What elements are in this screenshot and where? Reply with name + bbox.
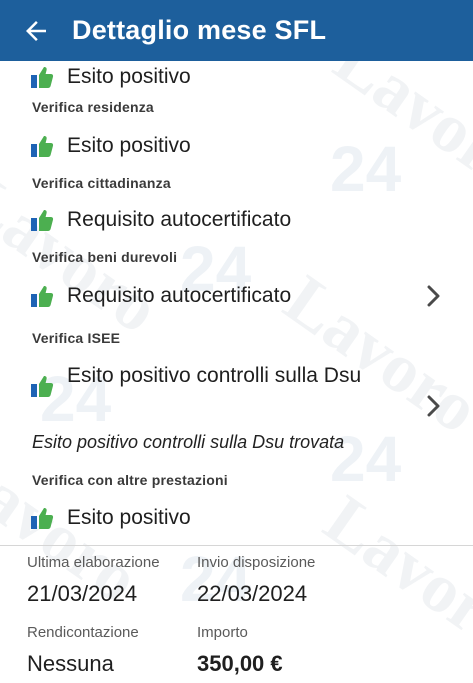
check-label-beni-durevoli: Verifica beni durevoli (32, 249, 178, 265)
page-title: Dettaglio mese SFL (72, 15, 327, 45)
ultima-elaborazione-label: Ultima elaborazione (27, 554, 160, 571)
back-button[interactable] (0, 0, 72, 61)
chevron-right-icon[interactable] (426, 395, 442, 417)
detail-content: Esito positivo Verifica residenza Esito … (0, 61, 473, 683)
divider (0, 545, 473, 546)
check-label-altre-prestazioni: Verifica con altre prestazioni (32, 472, 228, 488)
check-label-isee: Verifica ISEE (32, 330, 121, 346)
check-row-cittadinanza: Requisito autocertificato (30, 206, 450, 233)
arrow-left-icon (26, 20, 46, 41)
invio-disposizione-value: 22/03/2024 (197, 581, 308, 606)
check-result: Requisito autocertificato (67, 208, 292, 231)
check-result: Esito positivo (67, 506, 191, 529)
thumbs-up-icon (30, 284, 54, 308)
isee-note: Esito positivo controlli sulla Dsu trova… (32, 432, 345, 452)
check-row-residenza: Esito positivo (30, 132, 450, 159)
check-result: Requisito autocertificato (67, 284, 292, 307)
check-label-residenza: Verifica residenza (32, 99, 154, 115)
thumbs-up-icon (30, 506, 54, 530)
check-row-isee[interactable]: Esito positivo controlli sulla Dsu (30, 362, 450, 417)
importo-value: 350,00 € (197, 651, 283, 676)
thumbs-up-icon (30, 65, 54, 89)
check-label-cittadinanza: Verifica cittadinanza (32, 175, 171, 191)
thumbs-up-icon (30, 134, 54, 158)
thumbs-up-icon (30, 208, 54, 232)
importo-label: Importo (197, 624, 248, 641)
rendicontazione-value: Nessuna (27, 651, 114, 676)
chevron-right-icon[interactable] (426, 285, 442, 307)
rendicontazione-label: Rendicontazione (27, 624, 139, 641)
check-result: Esito positivo (67, 134, 191, 157)
check-row-altre-prestazioni: Esito positivo (30, 504, 450, 531)
check-row-beni-durevoli[interactable]: Requisito autocertificato (30, 282, 450, 309)
ultima-elaborazione-value: 21/03/2024 (27, 581, 138, 606)
check-result: Esito positivo controlli sulla Dsu (67, 364, 362, 387)
app-bar: Dettaglio mese SFL (0, 0, 473, 61)
invio-disposizione-label: Invio disposizione (197, 554, 316, 571)
check-result: Esito positivo (67, 65, 191, 88)
thumbs-up-icon (30, 374, 54, 398)
check-row-0: Esito positivo (30, 63, 450, 90)
